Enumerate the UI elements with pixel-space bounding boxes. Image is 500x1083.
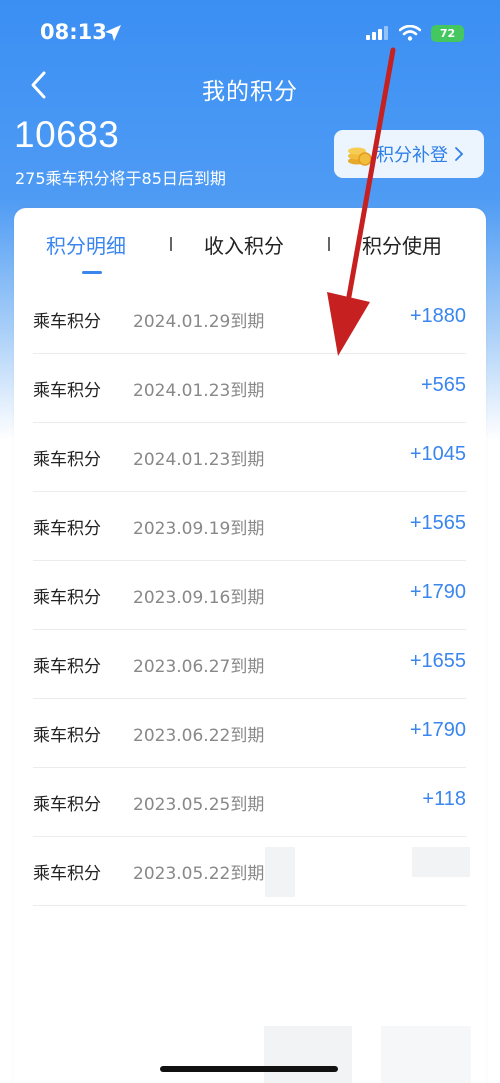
expire-note: 275乘车积分将于85日后到期 [15,169,226,188]
tab-bar: 积分明细 收入积分 积分使用 [14,208,486,278]
battery-indicator: 72 [431,25,464,42]
record-type: 乘车积分 [33,657,101,677]
tab-divider [170,237,172,251]
tab-points-usage[interactable]: 积分使用 [362,230,442,259]
coin-stack-icon [348,147,372,166]
record-expiry: 2024.01.23到期 [133,381,265,401]
list-item[interactable]: 乘车积分 2023.09.16到期 +1790 [33,561,466,630]
record-expiry: 2023.09.16到期 [133,588,265,608]
record-points: +118 [422,788,466,810]
record-type: 乘车积分 [33,795,101,815]
page-title: 我的积分 [202,79,298,105]
redaction-block [264,1026,352,1083]
list-item[interactable]: 乘车积分 2023.06.22到期 +1790 [33,699,466,768]
record-type: 乘车积分 [33,588,101,608]
list-item[interactable]: 乘车积分 2023.05.25到期 +118 [33,768,466,837]
record-points: +1565 [409,512,466,534]
record-expiry: 2023.05.25到期 [133,795,265,815]
redaction-block [265,847,295,897]
record-points: +1790 [409,581,466,603]
status-time: 08:13 [40,20,107,44]
record-expiry: 2023.06.22到期 [133,726,265,746]
tab-income-points[interactable]: 收入积分 [204,230,284,259]
record-type: 乘车积分 [33,726,101,746]
record-type: 乘车积分 [33,864,101,884]
tab-divider [328,237,330,251]
record-points: +1655 [409,650,466,672]
record-type: 乘车积分 [33,519,101,539]
record-points: +1880 [409,305,466,327]
total-points: 10683 [14,114,120,155]
points-record-list: 乘车积分 2024.01.29到期 +1880 乘车积分 2024.01.23到… [33,285,470,906]
list-item[interactable]: 乘车积分 2023.05.22到期 [33,837,470,906]
record-expiry: 2023.09.19到期 [133,519,265,539]
chevron-right-icon [455,147,464,161]
battery-level: 72 [439,27,456,40]
list-item[interactable]: 乘车积分 2023.06.27到期 +1655 [33,630,466,699]
tab-points-detail[interactable]: 积分明细 [46,230,126,259]
record-type: 乘车积分 [33,381,101,401]
list-item[interactable]: 乘车积分 2024.01.23到期 +565 [33,354,466,423]
makeup-label: 积分补登 [376,145,448,166]
record-type: 乘车积分 [33,312,101,332]
redaction-block [412,847,470,877]
record-expiry: 2024.01.29到期 [133,312,265,332]
list-item[interactable]: 乘车积分 2024.01.23到期 +1045 [33,423,466,492]
points-makeup-button[interactable]: 积分补登 [334,130,484,178]
status-bar: 08:13 72 [0,0,500,66]
wifi-icon [399,25,421,41]
location-arrow-icon [105,25,121,41]
record-type: 乘车积分 [33,450,101,470]
signal-icon [366,26,388,40]
home-indicator [160,1066,338,1072]
list-item[interactable]: 乘车积分 2023.09.19到期 +1565 [33,492,466,561]
record-points: +1790 [409,719,466,741]
redaction-block [381,1026,471,1083]
record-points: +1045 [409,443,466,465]
record-expiry: 2023.06.27到期 [133,657,265,677]
record-expiry: 2024.01.23到期 [133,450,265,470]
record-points: +565 [420,374,466,396]
list-item[interactable]: 乘车积分 2024.01.29到期 +1880 [33,285,466,354]
active-tab-indicator [82,271,102,274]
record-expiry: 2023.05.22到期 [133,864,265,884]
points-card: 积分明细 收入积分 积分使用 乘车积分 2024.01.29到期 +1880 乘… [14,208,486,1083]
